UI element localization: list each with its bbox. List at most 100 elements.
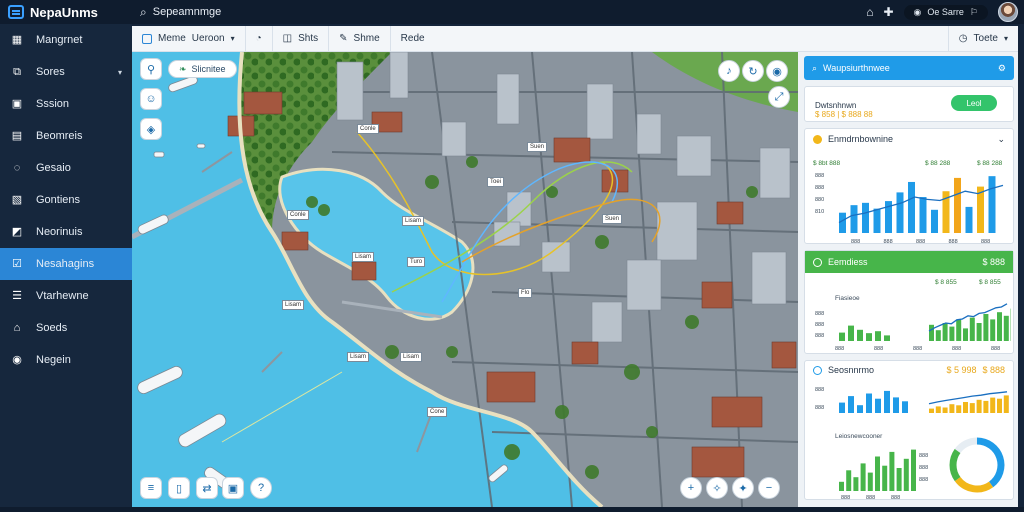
sidebar-item-8[interactable]: ☰ Vtarhewne <box>0 280 132 312</box>
bar <box>889 451 895 491</box>
refresh-icon: ↻ <box>748 65 758 78</box>
filter-button[interactable]: ◫ Shts <box>273 26 330 51</box>
map-poi-tag[interactable]: Flo <box>518 288 533 298</box>
x-tick-label: 888 <box>991 346 1000 352</box>
bar <box>949 326 955 341</box>
list-button[interactable]: ≡ <box>140 477 162 499</box>
map-poi-tag[interactable]: Turo <box>407 257 426 267</box>
ship-button[interactable]: ✎ Shme <box>329 26 391 51</box>
summary-action-label: Leol <box>966 98 982 108</box>
city-map[interactable]: ⚲ ❧ Slicnitee ☺ ◈ ♪ ↻ ◉ ⤢ ≡ ▯ ⇄ ▣ ? + ✧ … <box>132 52 798 507</box>
sidebar-item-0[interactable]: ▦ Mangrnet <box>0 24 132 56</box>
map-poi-tag[interactable]: Cone <box>427 407 448 417</box>
layer-toggle[interactable]: ◔ <box>246 26 273 51</box>
sidebar-item-10[interactable]: ◉ Negein <box>0 344 132 376</box>
avatar[interactable] <box>998 2 1018 22</box>
map-poi-tag[interactable]: Suen <box>527 142 548 152</box>
map-poi-tag[interactable]: Conle <box>287 210 309 220</box>
home-icon[interactable]: ⌂ <box>866 5 873 19</box>
pie-slice <box>954 437 978 454</box>
map-poi-tag[interactable]: Lisam <box>402 216 425 226</box>
tilt-button[interactable]: ✦ <box>732 477 754 499</box>
bar <box>839 332 845 341</box>
top-search[interactable]: ⌕ Sepeamnmge <box>140 5 221 20</box>
document-icon: ▧ <box>11 194 23 206</box>
sidebar-item-9[interactable]: ⌂ Soeds <box>0 312 132 344</box>
sidebar-item-3[interactable]: ▤ Beomreis <box>0 120 132 152</box>
compass-button[interactable]: ✧ <box>706 477 728 499</box>
help-button[interactable]: ? <box>250 477 272 499</box>
circle-icon: ◔ <box>255 33 262 44</box>
map-poi-tag[interactable]: Conle <box>357 124 379 134</box>
x-tick-label: 888 <box>866 495 875 499</box>
sidebar-item-1[interactable]: ⧉ Sores ▾ <box>0 56 132 88</box>
sidebar-item-5[interactable]: ▧ Gontiens <box>0 184 132 216</box>
book-button[interactable]: ▣ <box>222 477 244 499</box>
pie-slice <box>954 476 994 493</box>
chart-icon: ◩ <box>11 226 23 238</box>
bar <box>976 399 982 413</box>
map-poi-tag[interactable]: Lisam <box>352 252 375 262</box>
chart1-legend-right: $ 88 288 <box>925 160 951 167</box>
user-menu[interactable]: ◉ Oe Sarre ⚐ <box>903 4 988 20</box>
panel-search-card[interactable]: ⌕ Waupsiurthnwee ⚙ <box>804 56 1014 80</box>
sidebar-item-7[interactable]: ☑ Nesahagins <box>0 248 132 280</box>
chevron-down-icon[interactable]: ⌄ <box>997 134 1005 145</box>
puzzle-icon[interactable]: ✚ <box>883 5 893 19</box>
sidebar-item-2[interactable]: ▣ Sssion <box>0 88 132 120</box>
search-input[interactable]: Sepeamnmge <box>153 6 222 18</box>
chart2-legend-right: $ 8 855 <box>935 279 957 286</box>
view-select[interactable]: ◷ Toete ▾ <box>947 26 1018 51</box>
logo-icon <box>8 5 24 19</box>
chart1-legend-far: $ 88 288 <box>977 160 1003 167</box>
refresh-button[interactable]: ↻ <box>742 60 764 82</box>
bar <box>1003 315 1009 341</box>
extra-label: Rede <box>400 33 425 44</box>
camera-button[interactable]: ◉ <box>766 60 788 82</box>
y-tick-label: 810 <box>815 209 824 215</box>
plus-icon: + <box>687 482 695 494</box>
map-select[interactable]: Meme Ueroon ▾ <box>132 26 246 51</box>
sidebar-item-label: Gesaio <box>36 162 71 174</box>
x-tick-label: 888 <box>952 346 961 352</box>
chart2-title: Eemdiess <box>828 257 868 267</box>
locate-button[interactable]: ⚲ <box>140 58 162 80</box>
sidebar-item-4[interactable]: ◌ Gesaio <box>0 152 132 184</box>
map-canvas[interactable] <box>132 52 798 507</box>
zoom-out-button[interactable]: − <box>758 477 780 499</box>
map-filter-chip[interactable]: ❧ Slicnitee <box>168 60 237 78</box>
bar <box>956 405 962 413</box>
x-tick-label: 888 <box>949 239 958 245</box>
save-button[interactable]: ▯ <box>168 477 190 499</box>
map-poi-tag[interactable]: Suen <box>602 214 623 224</box>
bar <box>911 449 916 491</box>
chart1-legend-left: $ 8bt 888 <box>813 160 841 167</box>
sidebar-item-6[interactable]: ◩ Neorinuis <box>0 216 132 248</box>
bar <box>866 393 872 413</box>
chart2-svg: 888 888 888 888 888 888 888 888 <box>815 303 1011 352</box>
chart-card-2: Eemdiess $ 888 Fiasieoe $ 8 855 $ 8 855 … <box>804 250 1014 354</box>
summary-action-button[interactable]: Leol <box>951 95 997 111</box>
settings-icon[interactable]: ⚙ <box>998 63 1006 74</box>
map-poi-tag[interactable]: Lisam <box>347 352 370 362</box>
y-tick-label: 880 <box>815 197 824 203</box>
layers-button[interactable]: ◈ <box>140 118 162 140</box>
map-poi-tag[interactable]: Toei <box>487 177 505 187</box>
chart-card-3: Seosnnrmo $ 5 998 $ 888 Leiosnewcooner 8… <box>804 360 1014 500</box>
music-button[interactable]: ♪ <box>718 60 740 82</box>
fullscreen-button[interactable]: ⤢ <box>768 86 790 108</box>
bar <box>875 398 881 413</box>
zoom-in-button[interactable]: + <box>680 477 702 499</box>
panel-search-title[interactable]: Waupsiurthnwee <box>823 63 890 73</box>
y-tick-label: 888 <box>815 185 824 191</box>
app-logo[interactable]: NepaUnms <box>0 5 132 20</box>
filter-icon: ◫ <box>282 33 293 44</box>
sidebar-item-label: Sssion <box>36 98 70 110</box>
extra-button[interactable]: Rede <box>391 26 435 51</box>
person-button[interactable]: ☺ <box>140 88 162 110</box>
x-tick-label: 888 <box>874 346 883 352</box>
share-button[interactable]: ⇄ <box>196 477 218 499</box>
map-poi-tag[interactable]: Lisam <box>400 352 423 362</box>
map-poi-tag[interactable]: Lisam <box>282 300 305 310</box>
bar <box>846 470 852 491</box>
